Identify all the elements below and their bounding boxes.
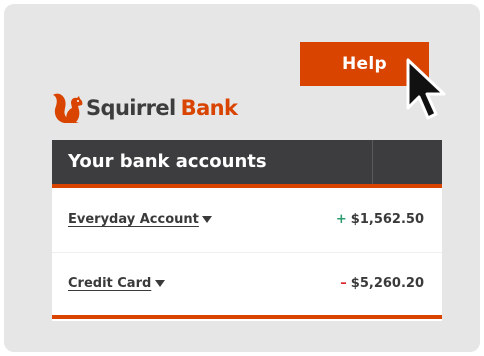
panel-bottom-accent bbox=[52, 315, 442, 319]
balance-amount: $1,562.50 bbox=[350, 212, 424, 227]
account-row-credit-card: Credit Card – $5,260.20 bbox=[52, 252, 442, 316]
account-link-everyday[interactable]: Everyday Account bbox=[68, 188, 199, 252]
negative-sign: – bbox=[340, 276, 347, 291]
brand-logo: Squirrel Bank bbox=[52, 88, 238, 128]
brand-name-squirrel: Squirrel bbox=[86, 96, 176, 120]
balance-amount: $5,260.20 bbox=[350, 276, 424, 291]
chevron-down-icon[interactable] bbox=[202, 216, 212, 223]
account-row-everyday: Everyday Account + $1,562.50 bbox=[52, 188, 442, 252]
accounts-panel: Your bank accounts Everyday Account + $1,… bbox=[52, 140, 442, 321]
header-divider bbox=[372, 140, 373, 184]
accounts-panel-header: Your bank accounts bbox=[52, 140, 442, 188]
mouse-pointer-icon bbox=[406, 58, 446, 120]
chevron-down-icon[interactable] bbox=[155, 280, 165, 287]
account-link-credit-card[interactable]: Credit Card bbox=[68, 252, 151, 316]
account-balance-everyday: + $1,562.50 bbox=[336, 188, 424, 252]
positive-sign: + bbox=[335, 212, 347, 227]
accounts-panel-title: Your bank accounts bbox=[68, 151, 267, 172]
account-balance-credit-card: – $5,260.20 bbox=[340, 252, 424, 316]
squirrel-icon bbox=[53, 93, 83, 123]
brand-name-bank: Bank bbox=[180, 96, 238, 120]
